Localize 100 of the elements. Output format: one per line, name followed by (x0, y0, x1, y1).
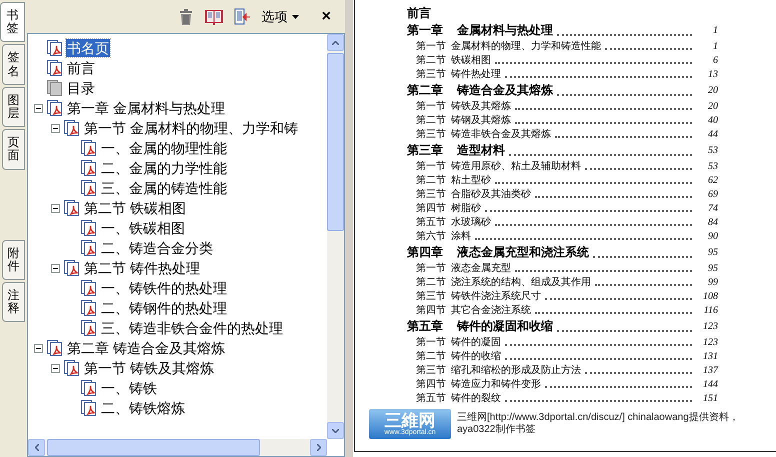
bookmark-item[interactable]: 二、铸钢件的热处理 (100, 299, 228, 317)
collapse-toggle-icon[interactable] (51, 264, 60, 272)
pdf-page-icon (47, 100, 63, 116)
page-number: 20 (707, 100, 718, 114)
chapter-title: 铸件的凝固和收缩 (457, 318, 553, 335)
bookmark-item[interactable]: 一、铸铁件的热处理 (100, 279, 228, 297)
section-title: 铸钢及其熔炼 (451, 114, 511, 128)
side-tab[interactable]: 附件 (2, 240, 25, 280)
section-number: 第四节 (416, 378, 447, 392)
side-tab[interactable]: 页面 (2, 129, 25, 170)
bookmark-item[interactable]: 第二章 铸造合金及其熔炼 (66, 339, 226, 357)
collapse-toggle-icon[interactable] (51, 364, 60, 372)
section-title: 铸件的裂纹 (451, 392, 501, 406)
bookmark-item[interactable]: 三、铸造非铁合金件的热处理 (100, 319, 284, 337)
section-title: 铸件热处理 (451, 68, 501, 82)
horizontal-scrollbar[interactable] (28, 439, 327, 456)
section-number: 第二节 (416, 114, 447, 128)
section-number: 第三节 (416, 128, 447, 142)
pdf-page-icon (64, 360, 80, 376)
side-tab[interactable]: 签名 (2, 44, 25, 85)
section-number: 第四节 (416, 202, 447, 216)
book-icon[interactable] (204, 8, 224, 26)
bookmark-item[interactable]: 第二节 铁碳相图 (83, 199, 187, 217)
section-number: 第二节 (416, 350, 447, 364)
bookmark-item[interactable]: 二、铸铁熔炼 (100, 399, 186, 417)
section-title: 铁碳相图 (451, 54, 491, 68)
section-title: 铸件的凝固 (451, 336, 501, 350)
page-number: 62 (707, 174, 718, 188)
bookmark-item[interactable]: 三、金属的铸造性能 (100, 179, 228, 197)
bookmark-item[interactable]: 二、铸造合金分类 (100, 239, 214, 257)
pdf-page-icon (81, 180, 97, 196)
collapse-toggle-icon[interactable] (51, 124, 60, 132)
chapter-number: 第五章 (407, 318, 444, 335)
bookmark-item[interactable]: 一、铸铁 (100, 379, 158, 397)
document-arrow-icon[interactable] (232, 8, 251, 26)
bookmark-item[interactable]: 一、金属的物理性能 (100, 139, 228, 157)
page-number: 53 (707, 160, 718, 174)
page-number: 123 (702, 336, 718, 350)
collapse-toggle-icon[interactable] (34, 344, 43, 352)
blank-page-icon (47, 80, 63, 96)
bookmark-item[interactable]: 一、铁碳相图 (100, 219, 186, 237)
pdf-page-icon (81, 300, 97, 316)
page-number: 108 (702, 290, 718, 304)
page-number: 20 (707, 84, 718, 98)
bookmark-item[interactable]: 目录 (66, 79, 96, 97)
side-tab[interactable]: 图层 (2, 86, 25, 128)
bookmark-item[interactable]: 第一章 金属材料与热处理 (66, 99, 226, 117)
dropdown-caret-icon (292, 14, 299, 18)
section-number: 第二节 (416, 276, 447, 290)
bookmark-item[interactable]: 书名页 (66, 39, 110, 57)
bookmark-item[interactable]: 第一节 金属材料的物理、力学和铸 (83, 119, 299, 137)
section-number: 第一节 (416, 40, 447, 54)
section-title: 其它合金浇注系统 (451, 304, 531, 318)
section-number: 第三节 (416, 290, 447, 304)
pdf-page-icon (81, 320, 97, 336)
section-number: 第五节 (416, 216, 447, 230)
page-number: 116 (702, 304, 718, 318)
chapter-title: 铸造合金及其熔炼 (457, 82, 553, 99)
page-number: 151 (702, 392, 718, 406)
section-title: 树脂砂 (451, 202, 481, 216)
chapter-title: 液态金属充型和浇注系统 (457, 244, 589, 261)
close-button[interactable]: × (322, 8, 331, 24)
pdf-page-icon (81, 280, 97, 296)
section-number: 第一节 (416, 336, 447, 350)
section-title: 缩孔和缩松的形成及防止方法 (451, 364, 581, 378)
section-title: 铸造非铁合金及其熔炼 (451, 128, 551, 142)
section-number: 第三节 (416, 364, 447, 378)
section-title: 水玻璃砂 (451, 216, 491, 230)
side-tab[interactable]: 注释 (2, 282, 25, 322)
section-title: 涂料 (451, 230, 471, 244)
pdf-page-icon (47, 340, 63, 356)
page-number: 99 (707, 276, 718, 290)
bookmark-item[interactable]: 第二节 铸件热处理 (83, 259, 201, 277)
side-tab[interactable]: 书签 (0, 2, 25, 42)
scroll-thumb[interactable] (327, 53, 344, 231)
page-number: 1 (712, 24, 718, 38)
section-title: 铸铁件浇注系统尺寸 (451, 290, 541, 304)
options-menu[interactable]: 选项 (262, 6, 299, 26)
section-title: 粘土型砂 (451, 174, 491, 188)
collapse-toggle-icon[interactable] (51, 204, 60, 212)
scroll-thumb[interactable] (47, 439, 260, 456)
section-number: 第四节 (416, 304, 447, 318)
footer-note: 三维网[http://www.3dportal.cn/discuz/] chinalaowang提供资料，aya0322制作书签 (457, 412, 740, 436)
section-number: 第六节 (416, 230, 447, 244)
collapse-toggle-icon[interactable] (34, 104, 43, 112)
page-number: 40 (707, 114, 718, 128)
page-number: 90 (707, 230, 718, 244)
section-number: 第一节 (416, 100, 447, 114)
bookmark-item[interactable]: 前言 (66, 59, 96, 77)
bookmark-item[interactable]: 第一节 铸铁及其熔炼 (83, 359, 215, 377)
bookmark-item[interactable]: 二、金属的力学性能 (100, 159, 228, 177)
section-title: 合脂砂及其油类砂 (451, 188, 531, 202)
pdf-page-icon (64, 200, 80, 216)
vertical-scrollbar[interactable] (327, 34, 344, 439)
chapter-number: 第三章 (407, 142, 444, 159)
page-number: 144 (702, 378, 718, 392)
section-title: 铸造应力和铸件变形 (451, 378, 541, 392)
pdf-page-icon (81, 140, 97, 156)
chapter-number: 第四章 (407, 244, 444, 261)
section-title: 铸铁及其熔炼 (451, 100, 511, 114)
